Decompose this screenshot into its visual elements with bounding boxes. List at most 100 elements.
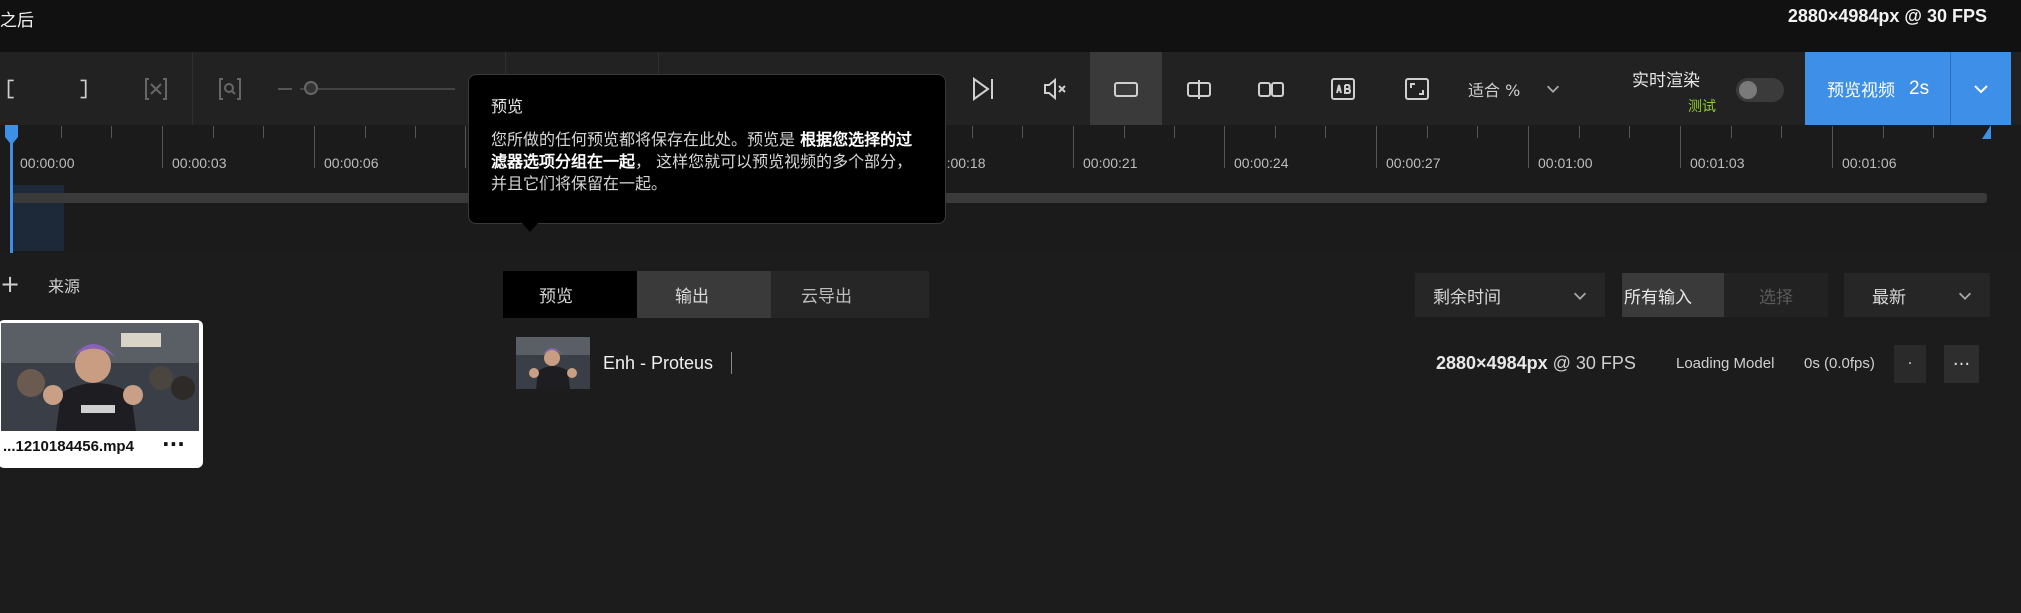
source-file-name: ...1210184456.mp4 (3, 438, 134, 455)
view-single-icon[interactable] (1090, 52, 1162, 125)
timeline-minor-tick (1781, 126, 1782, 138)
job-resolution-size: 2880×4984px (1436, 353, 1548, 373)
job-elapsed: 0s (0.0fps) (1804, 355, 1875, 372)
bracket-out-icon[interactable] (72, 52, 96, 125)
timeline-time-label: 00:01:03 (1690, 155, 1745, 171)
text-caret (731, 352, 732, 374)
timeline-minor-tick (1022, 126, 1023, 138)
view-fullscreen-icon[interactable] (1402, 52, 1432, 125)
timeline-minor-tick (1731, 126, 1732, 138)
timeline-minor-tick (1325, 126, 1326, 138)
timeline-minor-tick (111, 126, 112, 138)
timeline-minor-tick (972, 126, 973, 138)
toolbar-divider (192, 52, 193, 125)
timeline-minor-tick (415, 126, 416, 138)
source-card[interactable]: ...1210184456.mp4 ··· (0, 320, 203, 468)
toggle-knob (1739, 81, 1757, 99)
timeline-time-label: 00:00:00 (20, 155, 75, 171)
timeline-minor-tick (1174, 126, 1175, 138)
timeline-minor-tick (1477, 126, 1478, 138)
chevron-down-icon (1573, 292, 1587, 300)
source-thumbnail (1, 323, 199, 431)
timeline-minor-tick (1579, 126, 1580, 138)
remaining-time-label: 剩余时间 (1433, 287, 1501, 308)
chevron-down-icon (1974, 84, 1988, 93)
job-more-button[interactable]: ··· (1944, 345, 1979, 383)
timeline[interactable] (0, 125, 2021, 253)
output-resolution-label: 2880×4984px @ 30 FPS (1787, 6, 1987, 26)
realtime-render-toggle[interactable] (1736, 78, 1784, 102)
timeline-tick (1073, 126, 1074, 168)
timeline-tick (1528, 126, 1529, 168)
zoom-search-icon[interactable] (214, 52, 246, 125)
timeline-minor-tick (1883, 126, 1884, 138)
timeline-minor-tick (263, 126, 264, 138)
job-status: Loading Model (1676, 355, 1775, 372)
timeline-minor-tick (365, 126, 366, 138)
timeline-minor-tick (1124, 126, 1125, 138)
job-name[interactable]: Enh - Proteus (603, 353, 713, 374)
job-resolution-fps: @ 30 FPS (1547, 353, 1636, 373)
zoom-slider[interactable] (300, 88, 455, 90)
bracket-in-icon[interactable] (0, 52, 24, 125)
all-inputs-button[interactable]: 所有输入 (1622, 273, 1724, 317)
zoom-slider-handle[interactable] (304, 81, 318, 95)
add-source-button[interactable]: + (0, 270, 20, 298)
timeline-minor-tick (1629, 126, 1630, 138)
timeline-time-label: 00:00:03 (172, 155, 227, 171)
zoom-out-icon[interactable] (278, 88, 292, 90)
timeline-minor-tick (1933, 126, 1934, 138)
mute-icon[interactable] (1038, 52, 1072, 125)
timeline-time-label: 00:00:21 (1083, 155, 1138, 171)
timeline-tick (1224, 126, 1225, 168)
sources-label: 来源 (48, 277, 81, 296)
chevron-down-icon (1547, 85, 1560, 93)
tab-output[interactable]: 输出 (637, 271, 771, 318)
timeline-tick (1376, 126, 1377, 168)
select-button[interactable]: 选择 (1724, 273, 1828, 317)
clear-range-icon[interactable] (140, 52, 172, 125)
timeline-tick (465, 126, 466, 168)
toolbar (0, 52, 2021, 125)
preview-video-button[interactable]: 预览视频 2s (1805, 52, 1950, 125)
sort-latest-select[interactable]: 最新 (1844, 273, 1990, 317)
tab-preview[interactable]: 预览 (503, 271, 637, 318)
timeline-minor-tick (1427, 126, 1428, 138)
fit-zoom-select[interactable]: 适合 % (1468, 52, 1562, 125)
timeline-time-label: 00:00:27 (1386, 155, 1441, 171)
timeline-time-label: 00:00:06 (324, 155, 379, 171)
sort-remaining-time-select[interactable]: 剩余时间 (1415, 273, 1605, 317)
timeline-minor-tick (61, 126, 62, 138)
job-action-button[interactable]: · (1894, 345, 1926, 383)
timeline-tick (1832, 126, 1833, 168)
timeline-time-label: 00:01:06 (1842, 155, 1897, 171)
latest-label: 最新 (1872, 287, 1906, 308)
tooltip-title: 预览 (491, 97, 524, 116)
timeline-track[interactable] (12, 193, 1987, 203)
timeline-minor-tick (213, 126, 214, 138)
preview-video-label: 预览视频 (1827, 81, 1895, 101)
tab-cloud-export[interactable]: 云导出 (771, 271, 929, 318)
view-compare-ab-icon[interactable] (1328, 52, 1358, 125)
job-resolution: 2880×4984px @ 30 FPS (1436, 353, 1636, 374)
chevron-down-icon (1958, 292, 1972, 300)
beta-badge: 测试 (1688, 99, 1716, 115)
timeline-tick (1680, 126, 1681, 168)
realtime-render-label: 实时渲染 (1632, 71, 1700, 91)
preview-tooltip: 预览 您所做的任何预览都将保存在此处。预览是 根据您选择的过滤器选项分组在一起，… (468, 74, 946, 224)
source-more-button[interactable]: ··· (162, 432, 185, 456)
view-side-by-side-icon[interactable] (1256, 52, 1286, 125)
top-bar (0, 0, 2021, 52)
step-forward-icon[interactable] (968, 52, 998, 125)
timeline-minor-tick (1275, 126, 1276, 138)
preview-duration: 2s (1909, 77, 1930, 99)
preview-options-dropdown[interactable] (1950, 52, 2011, 125)
tooltip-body: 您所做的任何预览都将保存在此处。预览是 根据您选择的过滤器选项分组在一起， 这样… (491, 129, 923, 195)
fit-zoom-label: 适合 % (1468, 80, 1521, 100)
after-label: 之后 (0, 11, 34, 31)
view-split-icon[interactable] (1184, 52, 1214, 125)
timeline-tick (162, 126, 163, 168)
timeline-time-label: 00:00:24 (1234, 155, 1289, 171)
timeline-tick (314, 126, 315, 168)
tooltip-text: 您所做的任何预览都将保存在此处。预览是 (491, 130, 801, 149)
